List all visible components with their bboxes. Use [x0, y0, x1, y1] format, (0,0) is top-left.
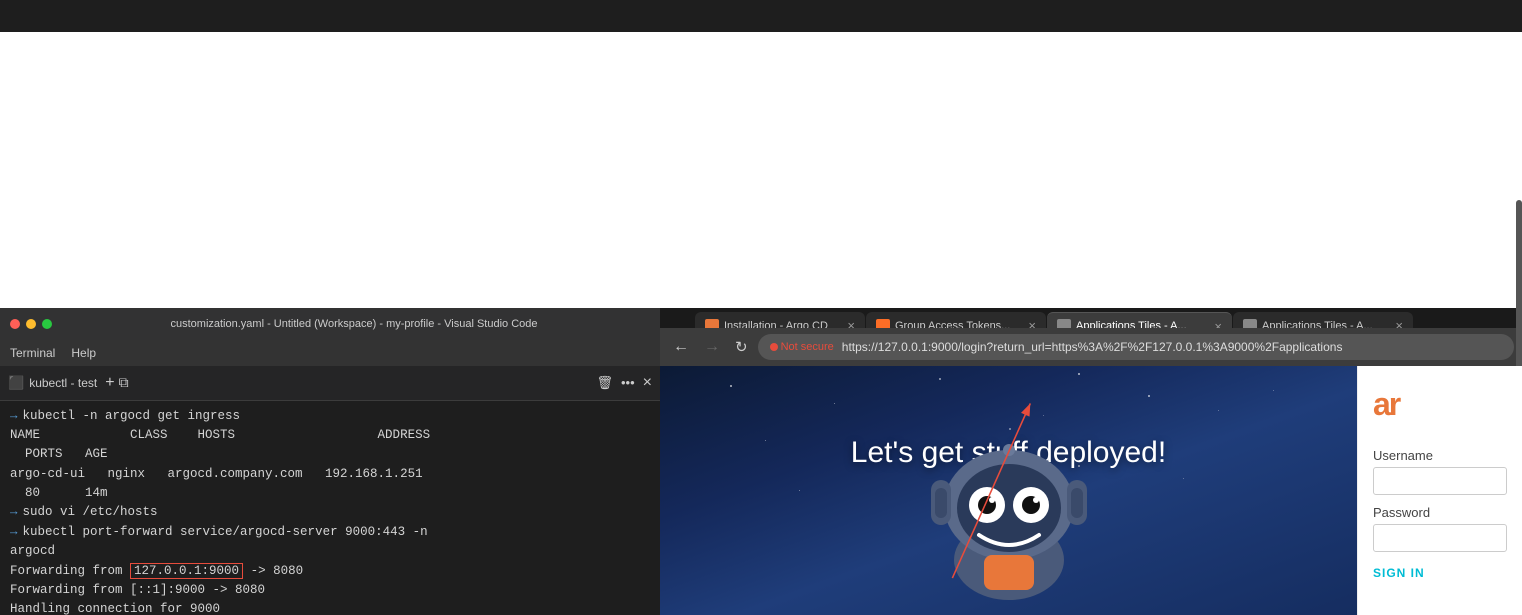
back-button[interactable]: ←: [668, 336, 694, 358]
terminal-content[interactable]: → kubectl -n argocd get ingress NAME CLA…: [0, 401, 660, 615]
dot-minimize: [26, 319, 36, 329]
terminal-tab-bar: ⬛ kubectl - test + ⧉ 🗑 ••• ×: [0, 366, 660, 401]
terminal-line-forwarding1: Forwarding from 127.0.0.1:9000 -> 8080: [10, 562, 650, 581]
terminal-more-btn[interactable]: •••: [621, 375, 635, 390]
terminal-tab-icon: ⬛: [8, 375, 24, 391]
vscode-titlebar: customization.yaml - Untitled (Workspace…: [0, 308, 660, 340]
terminal-line-1: → kubectl -n argocd get ingress: [10, 407, 650, 426]
not-secure-label: Not secure: [781, 341, 834, 353]
terminal-close-btn[interactable]: ×: [643, 374, 652, 392]
password-input[interactable]: [1373, 524, 1507, 552]
terminal-line-3: PORTS AGE: [10, 445, 650, 464]
terminal-line-6: → sudo vi /etc/hosts: [10, 503, 650, 522]
menu-terminal[interactable]: Terminal: [10, 346, 55, 360]
security-warning-icon: [770, 343, 778, 351]
vscode-menubar: Terminal Help: [0, 340, 660, 366]
terminal-line-8: argocd: [10, 542, 650, 561]
highlight-ip: 127.0.0.1:9000: [130, 563, 243, 579]
terminal-line-2: NAME CLASS HOSTS ADDRESS: [10, 426, 650, 445]
reload-button[interactable]: ↻: [730, 336, 753, 358]
username-label: Username: [1373, 448, 1433, 463]
browser-tab-bar: [0, 0, 1522, 32]
dot-close: [10, 319, 20, 329]
terminal-tab-label[interactable]: kubectl - test: [29, 376, 97, 390]
robot-svg: [899, 366, 1119, 611]
terminal-line-forwarding2: Forwarding from [::1]:9000 -> 8080: [10, 581, 650, 600]
robot-illustration: [899, 366, 1119, 615]
forward-button[interactable]: →: [699, 336, 725, 358]
password-label: Password: [1373, 505, 1430, 520]
argocd-page: Let's get stuff deployed!: [660, 366, 1357, 615]
terminal-split-btn[interactable]: ⧉: [119, 374, 129, 391]
address-bar[interactable]: Not secure https://127.0.0.1:9000/login?…: [758, 334, 1514, 360]
vscode-editor: ⬛ kubectl - test + ⧉ 🗑 ••• × → kubectl -…: [0, 366, 660, 615]
url-display: https://127.0.0.1:9000/login?return_url=…: [842, 340, 1502, 354]
terminal-line-5: 80 14m: [10, 484, 650, 503]
sign-in-button[interactable]: SIGN IN: [1373, 566, 1425, 580]
terminal-line-7: → kubectl port-forward service/argocd-se…: [10, 523, 650, 542]
terminal-trash-btn[interactable]: 🗑: [596, 375, 613, 391]
username-input[interactable]: [1373, 467, 1507, 495]
terminal-line-conn1: Handling connection for 9000: [10, 600, 650, 615]
not-secure-indicator: Not secure: [770, 341, 834, 353]
login-panel: ar Username Password SIGN IN: [1357, 366, 1522, 615]
menu-help[interactable]: Help: [71, 346, 96, 360]
browser-navbar: ← → ↻ Not secure https://127.0.0.1:9000/…: [660, 328, 1522, 366]
vscode-title: customization.yaml - Untitled (Workspace…: [58, 318, 650, 330]
argo-logo: ar: [1373, 386, 1399, 423]
terminal-add-btn[interactable]: +: [105, 374, 114, 392]
terminal-line-4: argo-cd-ui nginx argocd.company.com 192.…: [10, 465, 650, 484]
dot-maximize: [42, 319, 52, 329]
browser-content: Let's get stuff deployed!: [660, 366, 1522, 615]
